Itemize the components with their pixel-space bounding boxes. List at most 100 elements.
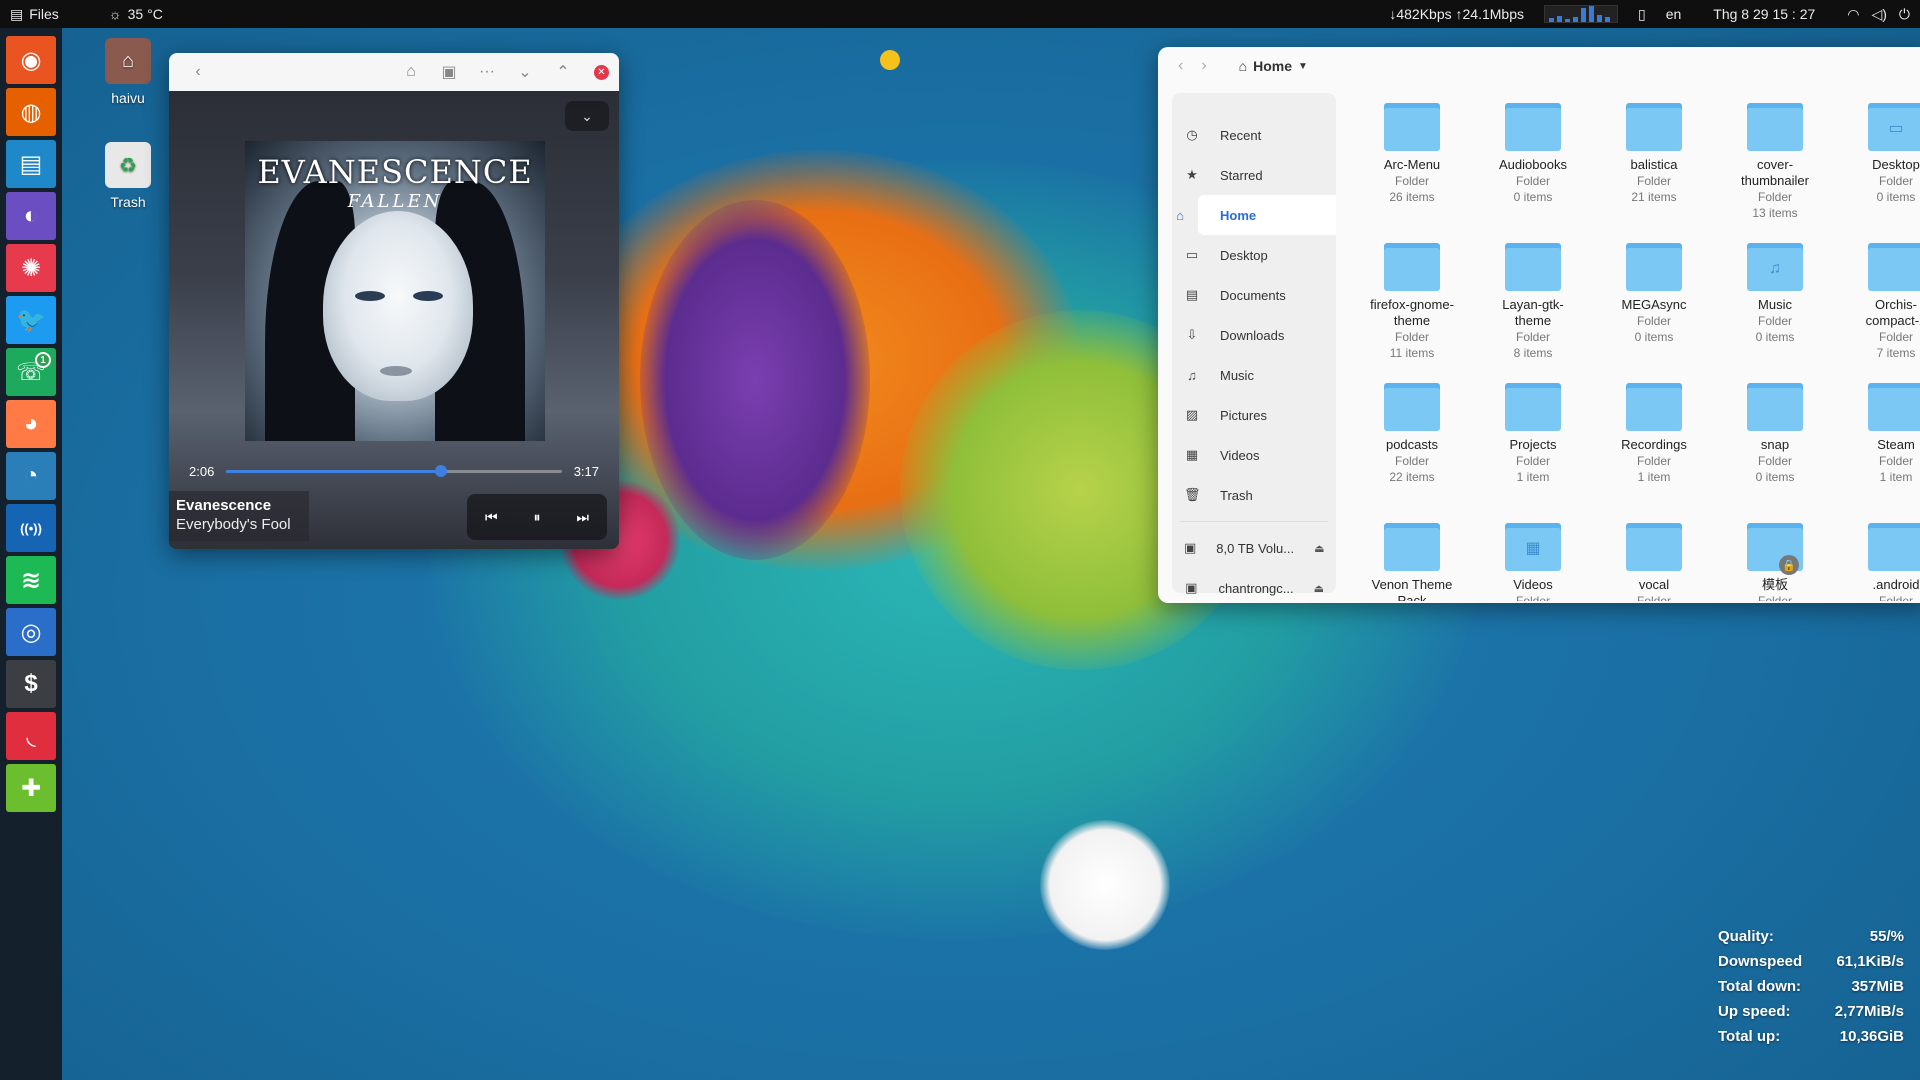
home-icon[interactable]: ⌂ <box>392 63 430 81</box>
wireless-icon: ((•)) <box>20 520 42 536</box>
desktop-trash[interactable]: ♻ Trash <box>88 142 168 210</box>
files-sidebar: ◷ Recent ★ Starred ⌂ Home ▭ Desktop ▤ Documents ⇩ D… <box>1172 93 1336 596</box>
sidebar-item-videos[interactable]: ▦ Videos <box>1172 435 1336 475</box>
next-track-icon[interactable]: ⏭ <box>576 509 589 526</box>
netstat-value: 61,1KiB/s <box>1836 953 1904 970</box>
dock-app-app-wave[interactable]: ◐ <box>6 192 56 240</box>
nav-forward-icon[interactable]: › <box>1201 57 1206 75</box>
dock-app-app-pinwheel[interactable]: ✺ <box>6 244 56 292</box>
dropdown-arrow-icon: ▼ <box>1298 60 1308 72</box>
seek-handle[interactable] <box>434 464 447 477</box>
folder-item[interactable]: vocal Folder <box>1594 521 1714 601</box>
dock-app-twitter[interactable]: 🐦 <box>6 296 56 344</box>
sidebar-item-desktop[interactable]: ▭ Desktop <box>1172 235 1336 275</box>
folder-icon <box>1384 523 1440 571</box>
eject-icon[interactable]: ⏏ <box>1314 582 1324 595</box>
drive-icon: ▣ <box>1185 580 1198 595</box>
collapse-button[interactable]: ⌄ <box>565 101 609 131</box>
dock-app-rss[interactable]: ◟ <box>6 712 56 760</box>
window-icon[interactable]: ▣ <box>430 62 468 82</box>
folder-item[interactable]: Orchis- compact-2 Folder 7 items <box>1836 241 1920 381</box>
language-indicator[interactable]: en <box>1656 6 1692 22</box>
folder-item[interactable]: Steam Folder 1 item <box>1836 381 1920 521</box>
net-speed-indicator[interactable]: ↓482Kbps ↑24.1Mbps <box>1379 6 1534 22</box>
dock-app-gauge[interactable]: ◔ <box>6 452 56 500</box>
folder-item[interactable]: Arc-Menu Folder 26 items <box>1352 101 1472 241</box>
sidebar-item-pictures[interactable]: ▨ Pictures <box>1172 395 1336 435</box>
pause-icon[interactable]: ⏸ <box>533 509 540 526</box>
dock-app-reddit[interactable]: ◕ <box>6 400 56 448</box>
sidebar-item-downloads[interactable]: ⇩ Downloads <box>1172 315 1336 355</box>
sidebar-item-home[interactable]: ⌂ Home <box>1176 195 1336 235</box>
sidebar-item-recent[interactable]: ◷ Recent <box>1172 115 1336 155</box>
folder-item[interactable]: Projects Folder 1 item <box>1473 381 1593 521</box>
folder-item[interactable]: Layan-gtk- theme Folder 8 items <box>1473 241 1593 381</box>
dock-app-terminal[interactable]: $ <box>6 660 56 708</box>
track-artist: Evanescence <box>176 497 272 514</box>
download-icon: ⇩ <box>1186 327 1198 342</box>
sidebar-item-8-0-tb-volu[interactable]: ▣ 8,0 TB Volu... ⏏ <box>1172 528 1336 568</box>
dock-app-spotify[interactable]: ≋ <box>6 556 56 604</box>
netstat-row: Total up: 10,36GiB <box>1718 1028 1904 1053</box>
folder-item[interactable]: ▦ Videos Folder <box>1473 521 1593 601</box>
sidebar-item-chantrongc[interactable]: ▣ chantrongc... ⏏ <box>1172 568 1336 603</box>
system-monitor-graph[interactable] <box>1534 5 1628 23</box>
folder-item[interactable]: balistica Folder 21 items <box>1594 101 1714 241</box>
seek-bar[interactable] <box>226 464 562 477</box>
eject-icon[interactable]: ⏏ <box>1314 542 1324 555</box>
location-button[interactable]: ⌂ Home ▼ <box>1239 58 1308 74</box>
dock-app-podcast[interactable]: ◎ <box>6 608 56 656</box>
dock-app-files[interactable]: ▤ <box>6 140 56 188</box>
desktop-home-folder[interactable]: ⌂ haivu <box>88 38 168 106</box>
clipboard-indicator[interactable]: ▯ <box>1628 6 1656 23</box>
folder-type: Folder <box>1878 454 1913 468</box>
back-icon[interactable]: ‹ <box>179 63 217 81</box>
folder-item[interactable]: snap Folder 0 items <box>1715 381 1835 521</box>
folder-item[interactable]: MEGAsync Folder 0 items <box>1594 241 1714 381</box>
folder-name: podcasts <box>1385 437 1439 452</box>
folder-type: Folder <box>1757 190 1792 204</box>
sidebar-item-starred[interactable]: ★ Starred <box>1172 155 1336 195</box>
dock-app-ubuntu[interactable]: ◉ <box>6 36 56 84</box>
clock[interactable]: Thg 8 29 15 : 27 <box>1691 6 1837 22</box>
home-icon: ⌂ <box>1176 207 1184 223</box>
folder-item[interactable]: Recordings Folder 1 item <box>1594 381 1714 521</box>
nav-back-icon[interactable]: ‹ <box>1178 57 1183 75</box>
dock-app-gamepad[interactable]: ✚ <box>6 764 56 812</box>
sidebar-item-label: Starred <box>1220 167 1263 183</box>
weather-indicator[interactable]: ☼ 35 °C <box>99 6 173 22</box>
sidebar-item-music[interactable]: ♫ Music <box>1172 355 1336 395</box>
sidebar-item-documents[interactable]: ▤ Documents <box>1172 275 1336 315</box>
folder-item[interactable]: ♫ Music Folder 0 items <box>1715 241 1835 381</box>
sidebar-item-trash[interactable]: 🗑 Trash <box>1172 475 1336 515</box>
home-icon: ⌂ <box>1238 58 1248 74</box>
folder-icon <box>1747 103 1803 151</box>
activities-button[interactable]: ▤ Files <box>0 6 69 23</box>
folder-item[interactable]: Venon Theme PackFolder <box>1352 521 1472 601</box>
folder-name: Orchis- compact-2 <box>1865 297 1920 328</box>
minimize-icon[interactable]: ⌄ <box>506 62 544 82</box>
more-icon[interactable]: ··· <box>468 63 506 81</box>
sidebar-item-label: Home <box>1220 207 1257 223</box>
firefox-icon: ◍ <box>20 98 42 126</box>
folder-item[interactable]: Audiobooks Folder 0 items <box>1473 101 1593 241</box>
dock-app-wireless[interactable]: ((•)) <box>6 504 56 552</box>
system-menu[interactable]: ◠ ◁) ⏻ <box>1837 6 1920 23</box>
folder-item[interactable]: .android Folder <box>1836 521 1920 601</box>
close-icon[interactable]: ✕ <box>594 64 609 80</box>
maximize-icon[interactable]: ⌃ <box>544 62 582 82</box>
dock-app-chat[interactable]: ☏ 1 <box>6 348 56 396</box>
folder-icon <box>1384 103 1440 151</box>
track-title: Everybody's Fool <box>176 516 291 533</box>
previous-track-icon[interactable]: ⏮ <box>485 509 498 526</box>
total-time: 3:17 <box>573 463 599 479</box>
album-art-title: EVANESCENCE <box>257 153 533 191</box>
folder-item[interactable]: cover- thumbnailer Folder 13 items <box>1715 101 1835 241</box>
folder-item[interactable]: firefox-gnome- theme Folder 11 items <box>1352 241 1472 381</box>
folder-item[interactable]: podcasts Folder 22 items <box>1352 381 1472 521</box>
dock-app-firefox[interactable]: ◍ <box>6 88 56 136</box>
netstat-label: Downspeed <box>1718 953 1803 970</box>
folder-item[interactable]: ▭ Desktop Folder 0 items <box>1836 101 1920 241</box>
folder-name: snap <box>1760 437 1790 452</box>
folder-item[interactable]: 🔒 模板 Folder <box>1715 521 1835 601</box>
